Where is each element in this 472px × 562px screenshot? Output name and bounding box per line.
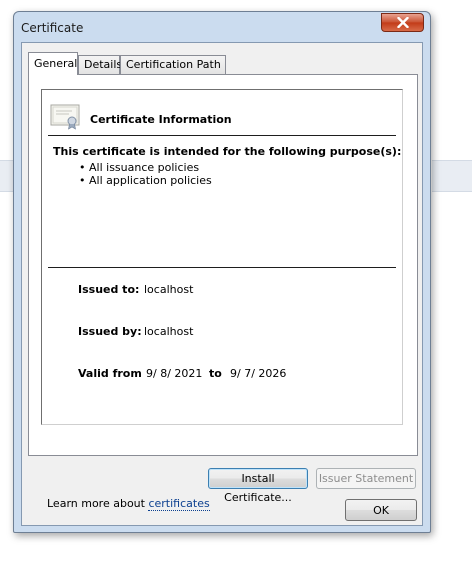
certificate-info-box: Certificate Information This certificate… xyxy=(41,89,403,425)
certificate-info-heading: Certificate Information xyxy=(90,113,232,126)
tab-certification-path-label: Certification Path xyxy=(126,58,221,71)
tab-general-label: General xyxy=(34,57,78,70)
certificate-dialog: Certificate General Details Certificatio… xyxy=(13,11,431,533)
heading-divider xyxy=(48,135,396,136)
ok-button[interactable]: OK xyxy=(345,499,417,521)
background-app-strip xyxy=(0,160,14,192)
tab-certification-path[interactable]: Certification Path xyxy=(120,55,226,74)
dialog-button-area: OK xyxy=(22,483,422,525)
close-button[interactable] xyxy=(381,13,424,32)
title-bar[interactable]: Certificate xyxy=(14,12,430,42)
purpose-list: All issuance policies All application po… xyxy=(79,161,212,187)
valid-to-label: to xyxy=(209,367,222,380)
tab-details[interactable]: Details xyxy=(78,55,123,74)
close-x-icon xyxy=(396,17,409,28)
valid-from-label: Valid from xyxy=(78,367,142,380)
general-tab-panel: Certificate Information This certificate… xyxy=(28,74,418,511)
tab-details-label: Details xyxy=(84,58,123,71)
purpose-item: All issuance policies xyxy=(79,161,212,174)
certificate-icon xyxy=(50,103,82,131)
window-title: Certificate xyxy=(21,21,84,35)
valid-to-value: 9/ 7/ 2026 xyxy=(230,367,287,380)
purpose-item: All application policies xyxy=(79,174,212,187)
purpose-title: This certificate is intended for the fol… xyxy=(53,145,402,158)
issued-to-value: localhost xyxy=(144,283,194,296)
issued-by-value: localhost xyxy=(144,325,194,338)
tab-general[interactable]: General xyxy=(28,52,78,75)
background-app-strip-right xyxy=(432,160,472,192)
issued-by-label: Issued by: xyxy=(78,325,142,338)
dialog-client-area: General Details Certification Path Certi… xyxy=(21,42,423,526)
valid-from-value: 9/ 8/ 2021 xyxy=(146,367,203,380)
details-divider xyxy=(48,267,396,268)
issued-to-label: Issued to: xyxy=(78,283,140,296)
